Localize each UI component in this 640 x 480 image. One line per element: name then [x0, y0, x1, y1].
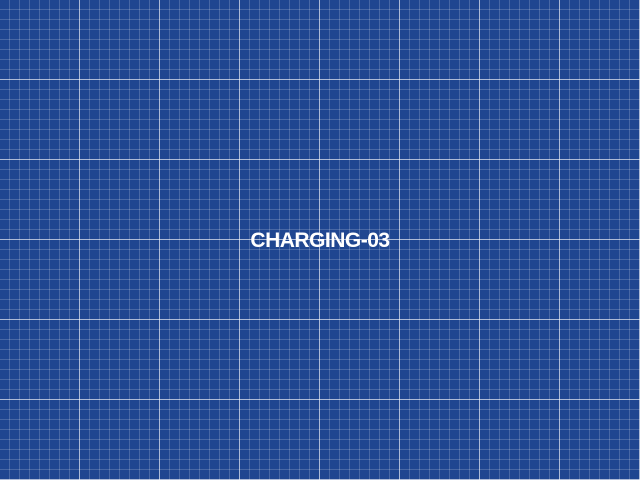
blueprint-grid-canvas: CHARGING-03: [0, 0, 640, 480]
screen-label: CHARGING-03: [250, 229, 390, 252]
